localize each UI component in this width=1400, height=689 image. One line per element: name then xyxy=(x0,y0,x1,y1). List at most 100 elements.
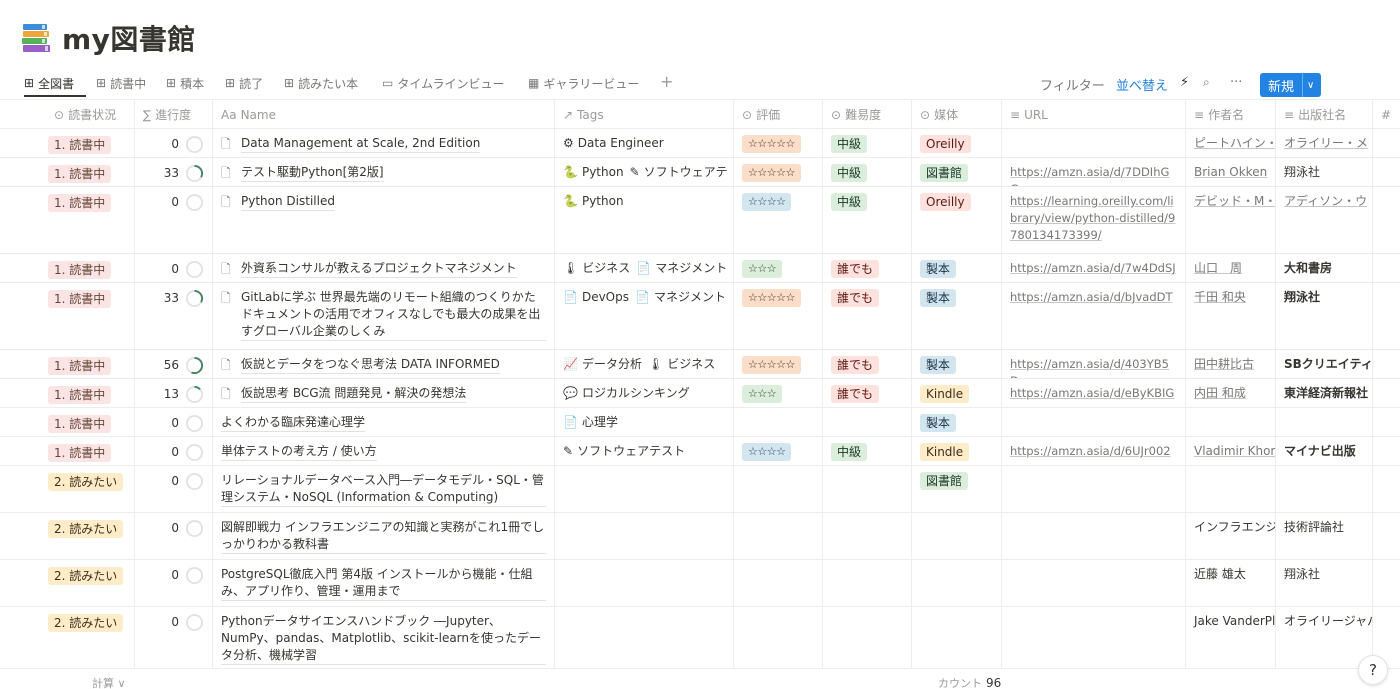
extra-cell[interactable] xyxy=(1373,408,1400,436)
tag-link[interactable]: 💬 ロジカルシンキング xyxy=(563,386,690,400)
tags-cell[interactable]: 🐍 Python xyxy=(555,187,734,253)
table-row[interactable]: 2. 読みたい 0 図解即戦力 インフラエンジニアの知識と実務がこれ1冊でしっかりわ… xyxy=(0,513,1400,560)
name-cell[interactable]: 🗋 外資系コンサルが教えるプロジェクトマネジメント xyxy=(213,254,555,282)
tags-cell[interactable] xyxy=(555,560,734,606)
rating-cell[interactable]: ☆☆☆☆ xyxy=(734,437,823,465)
difficulty-cell[interactable] xyxy=(823,607,912,668)
tag-link[interactable]: 🐍 Python xyxy=(563,165,624,179)
difficulty-cell[interactable]: 誰でも xyxy=(823,350,912,378)
url-link[interactable]: https://amzn.asia/d/6UJr002 xyxy=(1010,444,1171,458)
table-row[interactable]: 2. 読みたい 0 PostgreSQL徹底入門 第4版 インストールから機能・仕組… xyxy=(0,560,1400,607)
automation-icon[interactable]: ⚡ xyxy=(1180,75,1189,90)
rating-cell[interactable] xyxy=(734,408,823,436)
tag-link[interactable]: 📄 心理学 xyxy=(563,415,618,429)
author-name[interactable]: 内田 和成 xyxy=(1194,386,1246,400)
media-cell[interactable]: 製本 xyxy=(912,350,1002,378)
url-link[interactable]: https://amzn.asia/d/7DDIhGG xyxy=(1010,165,1169,186)
difficulty-cell[interactable] xyxy=(823,560,912,606)
rating-cell[interactable] xyxy=(734,560,823,606)
media-cell[interactable]: 図書館 xyxy=(912,158,1002,186)
publisher-cell[interactable]: オライリージャパ xyxy=(1276,607,1373,668)
url-link[interactable]: https://amzn.asia/d/7w4DdSJ xyxy=(1010,261,1176,275)
url-cell[interactable]: https://amzn.asia/d/6UJr002 xyxy=(1002,437,1186,465)
difficulty-cell[interactable]: 誰でも xyxy=(823,254,912,282)
tab-reading[interactable]: ⊞ 読書中 xyxy=(96,72,146,94)
media-cell[interactable]: 製本 xyxy=(912,254,1002,282)
tags-cell[interactable] xyxy=(555,466,734,512)
rating-cell[interactable]: ☆☆☆ xyxy=(734,379,823,407)
url-cell[interactable] xyxy=(1002,466,1186,512)
author-cell[interactable]: 近藤 雄太 xyxy=(1186,560,1276,606)
status-cell[interactable]: 1. 読書中 xyxy=(0,283,135,349)
column-header-url[interactable]: ≡ URL xyxy=(1002,100,1186,128)
media-cell[interactable]: 図書館 xyxy=(912,466,1002,512)
tags-cell[interactable]: 🌡 ビジネス 📄 マネジメント xyxy=(555,254,734,282)
rating-cell[interactable] xyxy=(734,607,823,668)
publisher-cell[interactable]: 翔泳社 xyxy=(1276,158,1373,186)
extra-cell[interactable] xyxy=(1373,187,1400,253)
status-cell[interactable]: 1. 読書中 xyxy=(0,187,135,253)
rating-cell[interactable] xyxy=(734,513,823,559)
rating-cell[interactable] xyxy=(734,466,823,512)
tags-cell[interactable]: ⚙ Data Engineer xyxy=(555,129,734,157)
difficulty-cell[interactable]: 中級 xyxy=(823,437,912,465)
url-cell[interactable]: https://amzn.asia/d/7DDIhGG xyxy=(1002,158,1186,186)
new-button[interactable]: 新規 ∨ xyxy=(1260,73,1321,97)
url-cell[interactable]: https://amzn.asia/d/7w4DdSJ xyxy=(1002,254,1186,282)
rating-cell[interactable]: ☆☆☆☆☆ xyxy=(734,129,823,157)
column-header-author[interactable]: ≡ 作者名 xyxy=(1186,100,1276,128)
table-row[interactable]: 1. 読書中 33 🗋 テスト駆動Python[第2版] 🐍 Python ✎ ソフトウェアテ… xyxy=(0,158,1400,187)
media-cell[interactable]: Kindle xyxy=(912,379,1002,407)
publisher-cell[interactable] xyxy=(1276,408,1373,436)
tab-timeline[interactable]: ▭ タイムラインビュー xyxy=(382,72,505,94)
author-cell[interactable]: Brian Okken xyxy=(1186,158,1276,186)
author-name[interactable]: Brian Okken xyxy=(1194,165,1267,179)
tag-link[interactable]: ⚙ Data Engineer xyxy=(563,136,664,150)
status-cell[interactable]: 2. 読みたい xyxy=(0,466,135,512)
status-cell[interactable]: 1. 読書中 xyxy=(0,129,135,157)
tab-tsundoku[interactable]: ⊞ 積本 xyxy=(166,72,204,94)
book-title-link[interactable]: 単体テストの考え方 / 使い方 xyxy=(221,443,377,461)
tags-cell[interactable]: 📈 データ分析 🌡 ビジネス xyxy=(555,350,734,378)
extra-cell[interactable] xyxy=(1373,513,1400,559)
url-cell[interactable]: https://amzn.asia/d/eByKBIG xyxy=(1002,379,1186,407)
difficulty-cell[interactable] xyxy=(823,466,912,512)
table-row[interactable]: 1. 読書中 13 🗋 仮説思考 BCG流 問題発見・解決の発想法 💬 ロジカルシンキング… xyxy=(0,379,1400,408)
url-link[interactable]: https://amzn.asia/d/eByKBIG xyxy=(1010,386,1174,400)
media-cell[interactable]: Oreilly xyxy=(912,187,1002,253)
extra-cell[interactable] xyxy=(1373,379,1400,407)
name-cell[interactable]: 🗋 仮説思考 BCG流 問題発見・解決の発想法 xyxy=(213,379,555,407)
author-name[interactable]: ピートハイン・ xyxy=(1194,136,1275,150)
publisher-cell[interactable]: オライリー・メ xyxy=(1276,129,1373,157)
media-cell[interactable] xyxy=(912,513,1002,559)
book-title-link[interactable]: 仮説とデータをつなぐ思考法 DATA INFORMED xyxy=(241,356,500,374)
chevron-down-icon[interactable]: ∨ xyxy=(1303,80,1314,91)
extra-cell[interactable] xyxy=(1373,466,1400,512)
author-name[interactable]: 田中耕比古 xyxy=(1194,357,1254,371)
tag-link[interactable]: 📄 DevOps xyxy=(563,290,629,304)
difficulty-cell[interactable] xyxy=(823,513,912,559)
book-title-link[interactable]: リレーショナルデータベース入門―データモデル・SQL・管理システム・NoSQL … xyxy=(221,472,546,507)
publisher-cell[interactable]: 技術評論社 xyxy=(1276,513,1373,559)
tag-link[interactable]: ✎ ソフトウェアテスト xyxy=(563,444,685,458)
name-cell[interactable]: 図解即戦力 インフラエンジニアの知識と実務がこれ1冊でしっかりわかる教科書 xyxy=(213,513,555,559)
tab-gallery[interactable]: ▦ ギャラリービュー xyxy=(528,72,639,94)
column-header-progress[interactable]: ∑ 進行度 xyxy=(135,100,213,128)
book-title-link[interactable]: Python Distilled xyxy=(241,193,335,211)
status-cell[interactable]: 1. 読書中 xyxy=(0,158,135,186)
tag-link[interactable]: 📈 データ分析 xyxy=(563,357,642,371)
difficulty-cell[interactable]: 誰でも xyxy=(823,379,912,407)
author-name[interactable]: デビッド・M・ xyxy=(1194,194,1275,208)
difficulty-cell[interactable]: 中級 xyxy=(823,187,912,253)
status-cell[interactable]: 1. 読書中 xyxy=(0,379,135,407)
name-cell[interactable]: 🗋 Python Distilled xyxy=(213,187,555,253)
url-cell[interactable] xyxy=(1002,513,1186,559)
sort-button[interactable]: 並べ替え xyxy=(1116,75,1168,94)
help-button[interactable]: ? xyxy=(1358,655,1388,685)
extra-cell[interactable] xyxy=(1373,437,1400,465)
book-title-link[interactable]: 仮説思考 BCG流 問題発見・解決の発想法 xyxy=(241,385,467,403)
publisher-cell[interactable]: SBクリエイティ xyxy=(1276,350,1373,378)
extra-cell[interactable] xyxy=(1373,254,1400,282)
author-cell[interactable]: ピートハイン・ xyxy=(1186,129,1276,157)
publisher-cell[interactable]: マイナビ出版 xyxy=(1276,437,1373,465)
